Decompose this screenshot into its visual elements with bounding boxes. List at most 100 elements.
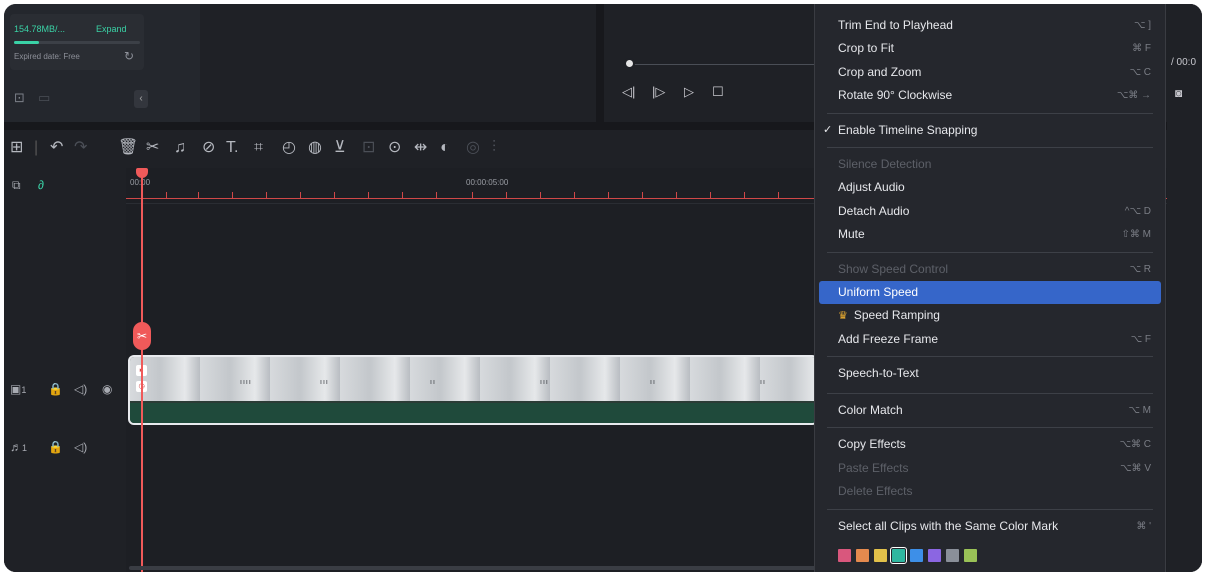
menu-item-uniform-speed[interactable]: Uniform Speed (819, 280, 1161, 305)
lock-icon[interactable]: 🔒 (48, 382, 63, 396)
more-icon[interactable]: ◎ (466, 138, 480, 158)
menu-item-label: Crop and Zoom (838, 64, 922, 79)
snapshot-icon[interactable]: ◙ (1175, 86, 1182, 100)
menu-item-label: Mute (838, 227, 865, 242)
menu-item-trim-end-to-playhead[interactable]: Trim End to Playhead ⌥ ] (815, 14, 1165, 37)
color-mark-swatch[interactable] (874, 549, 887, 562)
panel-divider[interactable] (596, 4, 604, 122)
color-mark-swatch[interactable] (838, 549, 851, 562)
thumbnail-figures: ııı (320, 379, 329, 386)
undo-icon[interactable]: ↶ (50, 138, 63, 158)
menu-item-label: Delete Effects (838, 484, 913, 499)
speaker-icon[interactable]: ◁) (74, 382, 87, 396)
delete-icon[interactable]: 🗑 (118, 138, 138, 158)
menu-item-color-match[interactable]: Color Match ⌥ M (815, 399, 1165, 422)
ai-icon[interactable]: ⊻ (334, 138, 346, 158)
menu-item-label: Color Match (838, 403, 903, 418)
refresh-icon[interactable]: ↻ (124, 49, 134, 63)
color-mark-swatch[interactable] (964, 549, 977, 562)
timeline-scrollbar[interactable] (129, 566, 819, 570)
menu-item-label: Show Speed Control (838, 261, 949, 276)
tag-icon[interactable]: ⊘ (202, 138, 215, 158)
crop-icon[interactable]: ⌗ (254, 138, 263, 158)
collapse-panel-button[interactable]: ‹ (134, 90, 148, 108)
audio-track-number: 1 (22, 443, 28, 453)
stop-icon[interactable]: ☐ (712, 84, 724, 100)
menu-item-detach-audio[interactable]: Detach Audio ^⌥ D (815, 200, 1165, 223)
color-mark-swatch[interactable] (856, 549, 869, 562)
ruler-tick (506, 192, 507, 198)
ruler-tick (540, 192, 541, 198)
waveform-icon[interactable]: ⫶ (492, 138, 496, 158)
menu-item-label: Copy Effects (838, 437, 906, 452)
cut-icon[interactable]: ✂ (146, 138, 159, 158)
menu-item-select-all-clips-with-the-same-color-mark[interactable]: Select all Clips with the Same Color Mar… (815, 515, 1165, 538)
preview-scrub-track[interactable] (630, 64, 830, 65)
ruler-tick (266, 192, 267, 198)
motion-icon[interactable]: ⊙ (388, 138, 401, 158)
menu-item-crop-and-zoom[interactable]: Crop and Zoom ⌥ C (815, 61, 1165, 84)
menu-item-enable-timeline-snapping[interactable]: ✓ Enable Timeline Snapping (815, 119, 1165, 142)
color-mark-swatch[interactable] (946, 549, 959, 562)
expand-link[interactable]: Expand (96, 24, 127, 34)
lock-icon[interactable]: 🔒 (48, 440, 63, 454)
menu-item-speed-ramping[interactable]: ♛ Speed Ramping (815, 304, 1165, 327)
menu-item-rotate-90-clockwise[interactable]: Rotate 90° Clockwise ⌥⌘ → (815, 84, 1165, 107)
eye-icon[interactable]: ◉ (102, 382, 112, 396)
storage-used: 154.78MB/... (14, 24, 66, 34)
clip-audio-waveform (130, 403, 816, 423)
link-icon[interactable]: ∂ (38, 178, 44, 192)
mask-icon[interactable]: ◐ (440, 138, 450, 158)
menu-item-shortcut: ⌥⌘ V (1120, 462, 1151, 474)
add-track-icon[interactable]: ⧉ (12, 178, 21, 193)
audio-icon[interactable]: ♫ (174, 138, 186, 158)
menu-item-silence-detection: Silence Detection (815, 153, 1165, 176)
ruler-tick (574, 192, 575, 198)
menu-separator (827, 146, 1153, 148)
menu-item-shortcut: ⌥ ] (1133, 20, 1151, 31)
total-timecode: / 00:0 (1171, 57, 1197, 68)
color-mark-swatches (838, 547, 982, 564)
menu-item-label: Adjust Audio (838, 180, 905, 195)
video-editor-window: 154.78MB/... Expand Expired date: Free ↻… (4, 4, 1202, 572)
freeze-icon[interactable]: ⊡ (362, 138, 375, 158)
speed-icon[interactable]: ◴ (282, 138, 296, 158)
menu-item-paste-effects: Paste Effects ⌥⌘ V (815, 457, 1165, 480)
prev-frame-icon[interactable]: ◁| (622, 84, 635, 100)
split-icon[interactable]: ⇹ (414, 138, 427, 158)
menu-item-crop-to-fit[interactable]: Crop to Fit ⌘ F (815, 37, 1165, 60)
split-scissor-icon[interactable]: ✂ (133, 322, 151, 350)
menu-item-shortcut: ⌘ F (1132, 43, 1151, 55)
playhead[interactable] (141, 174, 143, 572)
menu-item-label: Detach Audio (838, 203, 910, 218)
preview-scrub-knob[interactable] (624, 58, 635, 69)
menu-item-shortcut: ⇧⌘ M (1121, 229, 1152, 241)
color-mark-swatch[interactable] (928, 549, 941, 562)
color-mark-swatch[interactable] (910, 549, 923, 562)
color-icon[interactable]: ◍ (308, 138, 322, 158)
folder-icon[interactable]: ▭ (38, 90, 50, 106)
menu-item-mute[interactable]: Mute ⇧⌘ M (815, 223, 1165, 246)
layout-icon[interactable]: ⊞ (10, 138, 23, 158)
menu-item-copy-effects[interactable]: Copy Effects ⌥⌘ C (815, 433, 1165, 456)
text-icon[interactable]: T. (226, 138, 238, 158)
ruler-tick (198, 192, 199, 198)
color-mark-swatch[interactable] (890, 547, 907, 564)
new-folder-icon[interactable]: ⊡ (14, 90, 25, 106)
speaker-icon[interactable]: ◁) (74, 440, 87, 454)
menu-item-label: Silence Detection (838, 156, 932, 171)
context-menu: Trim End to Playhead ⌥ ] Crop to Fit ⌘ F Cro… (814, 4, 1166, 572)
menu-separator (827, 112, 1153, 114)
menu-item-label: Crop to Fit (838, 41, 895, 56)
menu-item-adjust-audio[interactable]: Adjust Audio (815, 176, 1165, 199)
video-clip[interactable]: ıııı ııı ıı ııı ıı ıı ▸ ◷ (128, 355, 818, 425)
menu-item-speech-to-text[interactable]: Speech-to-Text (815, 362, 1165, 388)
ruler-tick (232, 192, 233, 198)
next-frame-icon[interactable]: |▷ (652, 84, 665, 100)
play-icon[interactable]: ▷ (684, 84, 694, 100)
ruler-tick (334, 192, 335, 198)
menu-item-shortcut: ⌥⌘ → (1116, 90, 1151, 102)
menu-item-add-freeze-frame[interactable]: Add Freeze Frame ⌥ F (815, 328, 1165, 351)
redo-icon[interactable]: ↷ (74, 138, 87, 158)
menu-separator (827, 356, 1153, 358)
